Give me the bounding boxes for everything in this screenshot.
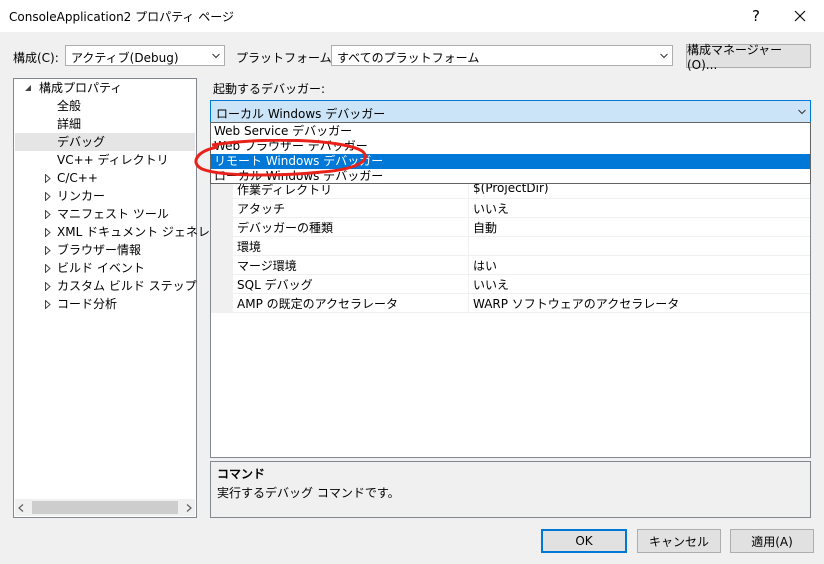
property-name: アタッチ [237,202,286,216]
row-margin [211,236,233,255]
column-divider [468,236,469,255]
collapsed-triangle-icon[interactable] [45,210,51,219]
close-icon [794,10,806,22]
annotation-circle [194,139,367,177]
row-margin [211,255,233,274]
tree-item[interactable]: C/C++ [15,169,195,187]
row-margin [211,274,233,293]
config-select-value: アクティブ(Debug) [71,51,179,65]
tree-item[interactable]: カスタム ビルド ステップ [15,277,197,295]
property-value[interactable]: 自動 [473,219,497,236]
config-label: 構成(C): [13,51,59,65]
expanded-triangle-icon [25,85,31,91]
tree-root[interactable]: 構成プロパティ [22,79,192,97]
tree-item[interactable]: デバッグ [15,133,195,151]
tree-root-label: 構成プロパティ [39,81,123,95]
description-text: 実行するデバッグ コマンドです。 [217,486,400,500]
help-button[interactable]: ? [742,2,770,30]
property-name: デバッガーの種類 [237,221,334,235]
column-divider [468,198,469,217]
property-row[interactable]: マージ環境 はい [211,255,810,275]
chevron-down-icon [660,53,668,59]
column-divider [468,255,469,274]
ok-button[interactable]: OK [541,529,627,553]
tree-item-label: 全般 [57,99,82,113]
platform-select-value: すべてのプラットフォーム [337,51,480,65]
collapsed-triangle-icon[interactable] [45,246,51,255]
property-name: SQL デバッグ [237,278,313,292]
tree-item-label: コード分析 [57,297,118,311]
tree-item-label: ビルド イベント [57,261,145,275]
description-panel: コマンド 実行するデバッグ コマンドです。 [210,461,811,518]
row-margin [211,217,233,236]
property-value[interactable]: はい [473,257,497,274]
tree-item-label: ブラウザー情報 [57,243,142,257]
property-value[interactable]: いいえ [473,276,509,293]
tree-item[interactable]: マニフェスト ツール [15,205,195,223]
column-divider [468,293,469,312]
collapsed-triangle-icon[interactable] [45,300,51,309]
property-name: AMP の既定のアクセラレータ [237,297,399,311]
debugger-option[interactable]: Web Service デバッガー [211,124,810,139]
property-tree[interactable]: 構成プロパティ 全般詳細デバッグ VC++ ディレクトリ C/C++ リンカーマニフェ… [13,78,246,518]
debugger-select[interactable]: ローカル Windows デバッガー [210,100,811,123]
debugger-select-value: ローカル Windows デバッガー [216,107,386,121]
description-title: コマンド [217,467,266,481]
tree-item-label: 詳細 [57,117,82,131]
property-row[interactable]: AMP の既定のアクセラレータ WARP ソフトウェアのアクセラレータ [211,293,810,313]
property-name: 環境 [237,240,262,254]
config-manager-button[interactable]: 構成マネージャー(O)... [686,43,811,72]
tree-item-label: リンカー [57,189,106,203]
close-button[interactable] [784,2,816,30]
collapsed-triangle-icon[interactable] [45,228,51,237]
chevron-down-icon [798,109,806,115]
tree-item[interactable]: XML ドキュメント ジェネレーター [15,223,246,241]
platform-select[interactable]: すべてのプラットフォーム [331,45,673,66]
tree-item-label: VC++ ディレクトリ [57,153,169,167]
tree-item[interactable]: VC++ ディレクトリ [15,151,195,169]
collapsed-triangle-icon[interactable] [45,174,51,183]
config-select[interactable]: アクティブ(Debug) [65,45,225,66]
scroll-right-icon[interactable] [186,504,192,512]
property-name: マージ環境 [237,259,297,273]
property-row[interactable]: SQL デバッグ いいえ [211,274,810,294]
tree-horizontal-scrollbar[interactable] [15,499,195,516]
tree-item-label: カスタム ビルド ステップ [57,279,197,293]
cancel-button[interactable]: キャンセル [637,529,721,553]
tree-item[interactable]: 全般 [15,97,195,115]
row-margin [211,198,233,217]
column-divider [468,274,469,293]
tree-item[interactable]: ブラウザー情報 [15,241,195,259]
window-title: ConsoleApplication2 プロパティ ページ [9,10,234,24]
column-divider [468,217,469,236]
chevron-down-icon [212,53,220,59]
apply-button[interactable]: 適用(A) [730,529,814,553]
row-margin [211,293,233,312]
collapsed-triangle-icon[interactable] [45,282,51,291]
property-row[interactable]: デバッガーの種類 自動 [211,217,810,237]
debugger-label: 起動するデバッガー: [213,82,326,96]
tree-item[interactable]: コード分析 [15,295,195,313]
tree-item-label: C/C++ [57,171,98,185]
property-value[interactable]: いいえ [473,200,509,217]
collapsed-triangle-icon[interactable] [45,264,51,273]
property-row[interactable]: 環境 [211,236,810,256]
tree-item[interactable]: ビルド イベント [15,259,195,277]
collapsed-triangle-icon[interactable] [45,192,51,201]
tree-item-label: マニフェスト ツール [57,207,169,221]
tree-item-label: デバッグ [57,135,106,149]
scroll-left-icon[interactable] [18,504,24,512]
scroll-thumb[interactable] [32,501,178,514]
property-row[interactable]: アタッチ いいえ [211,198,810,218]
tree-item[interactable]: 詳細 [15,115,195,133]
tree-item[interactable]: リンカー [15,187,195,205]
property-value[interactable]: WARP ソフトウェアのアクセラレータ [473,295,679,312]
